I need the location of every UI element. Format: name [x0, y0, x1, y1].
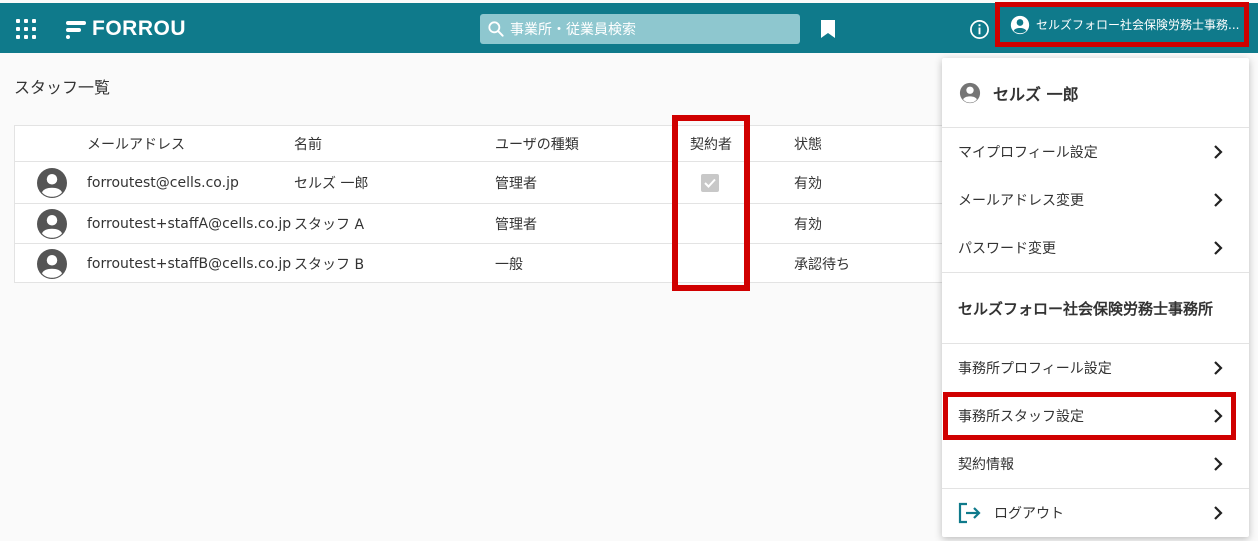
table-row[interactable]: forroutest+staffB@cells.co.jp スタッフ B 一般 …: [15, 244, 953, 284]
user-type-cell: 管理者: [495, 216, 537, 233]
menu-office-name: セルズフォロー社会保険労務士事務所: [942, 272, 1249, 344]
menu-item-office-staff[interactable]: 事務所スタッフ設定: [942, 392, 1249, 440]
menu-item-label: 事務所スタッフ設定: [958, 409, 1084, 425]
menu-item-label: メールアドレス変更: [958, 193, 1084, 209]
user-circle-icon: [959, 82, 981, 103]
search-placeholder: 事業所・従業員検索: [510, 22, 636, 38]
menu-item-label: 事務所プロフィール設定: [958, 361, 1112, 377]
avatar-icon: [37, 162, 67, 203]
menu-item-my-profile[interactable]: マイプロフィール設定: [942, 128, 1249, 176]
chevron-right-icon: [1214, 145, 1223, 159]
chevron-right-icon: [1214, 193, 1223, 207]
menu-item-email-change[interactable]: メールアドレス変更: [942, 176, 1249, 224]
info-icon[interactable]: [969, 19, 990, 40]
email-cell: forroutest+staffB@cells.co.jp: [87, 256, 292, 272]
table-row[interactable]: forroutest@cells.co.jp セルズ 一郎 管理者 有効: [15, 162, 953, 204]
app-grid-icon[interactable]: [16, 19, 36, 39]
user-type-cell: 一般: [495, 257, 523, 273]
email-cell: forroutest@cells.co.jp: [87, 174, 239, 191]
name-cell: スタッフ A: [294, 216, 365, 233]
menu-item-label: パスワード変更: [958, 241, 1056, 257]
menu-item-label: マイプロフィール設定: [958, 145, 1098, 161]
table-row[interactable]: forroutest+staffA@cells.co.jp スタッフ A 管理者…: [15, 204, 953, 244]
menu-item-contract-info[interactable]: 契約情報: [942, 440, 1249, 488]
chevron-right-icon: [1214, 457, 1223, 471]
column-header-email[interactable]: メールアドレス: [87, 126, 185, 161]
checkmark-icon: [701, 173, 719, 192]
name-cell: セルズ 一郎: [294, 175, 369, 192]
menu-user-name: セルズ 一郎: [993, 84, 1079, 104]
contract-checkbox: [701, 162, 719, 203]
chevron-right-icon: [1214, 506, 1223, 520]
name-cell: スタッフ B: [294, 257, 365, 273]
avatar-icon: [37, 244, 67, 284]
logo-mark-icon: [66, 19, 86, 39]
chevron-right-icon: [1214, 361, 1223, 375]
status-cell: 承認待ち: [794, 257, 850, 273]
search-input[interactable]: 事業所・従業員検索: [480, 14, 800, 44]
email-cell: forroutest+staffA@cells.co.jp: [87, 215, 292, 232]
staff-table: メールアドレス 名前 ユーザの種類 契約者 状態 forroutest@cell…: [14, 125, 954, 283]
chevron-right-icon: [1214, 409, 1223, 423]
brand-logo[interactable]: FORROU: [66, 17, 186, 41]
table-header-row: メールアドレス 名前 ユーザの種類 契約者 状態: [15, 126, 953, 162]
user-type-cell: 管理者: [495, 175, 537, 192]
account-label: セルズフォロー社会保険労務士事務...: [1036, 18, 1240, 32]
column-header-status[interactable]: 状態: [794, 126, 822, 161]
account-circle-icon: [1010, 15, 1030, 34]
avatar-icon: [37, 204, 67, 243]
column-header-user-type[interactable]: ユーザの種類: [495, 126, 579, 161]
menu-item-label: 契約情報: [958, 457, 1014, 473]
menu-item-logout[interactable]: ログアウト: [942, 488, 1249, 536]
status-cell: 有効: [794, 216, 822, 233]
menu-user-header: セルズ 一郎: [942, 58, 1249, 128]
brand-name: FORROU: [92, 17, 186, 40]
menu-item-password-change[interactable]: パスワード変更: [942, 224, 1249, 272]
menu-item-label: ログアウト: [994, 505, 1064, 522]
account-dropdown-menu: セルズ 一郎 マイプロフィール設定 メールアドレス変更 パスワード変更 セルズフ…: [942, 58, 1249, 537]
menu-item-office-profile[interactable]: 事務所プロフィール設定: [942, 344, 1249, 392]
logout-icon: [958, 502, 981, 523]
page-title: スタッフ一覧: [14, 78, 111, 97]
account-menu-button[interactable]: セルズフォロー社会保険労務士事務...: [995, 2, 1249, 47]
status-cell: 有効: [794, 175, 822, 192]
search-icon: [488, 21, 504, 37]
column-header-name[interactable]: 名前: [294, 126, 322, 161]
chevron-right-icon: [1214, 241, 1223, 255]
bookmark-icon[interactable]: [820, 19, 836, 39]
column-header-contract[interactable]: 契約者: [690, 126, 732, 161]
